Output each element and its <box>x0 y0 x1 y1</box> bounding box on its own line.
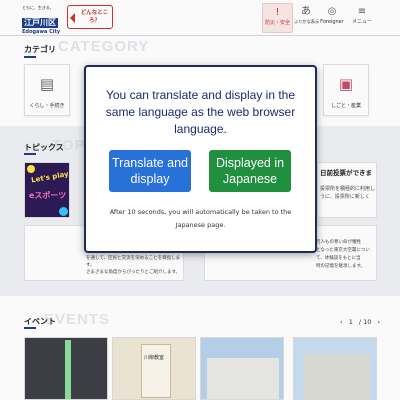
display-japanese-button[interactable]: Displayed in Japanese <box>209 150 291 192</box>
dialog-message: You can translate and display in the sam… <box>105 88 296 136</box>
translation-dialog: You can translate and display in the sam… <box>84 65 317 253</box>
translate-button[interactable]: Translate and display <box>109 150 191 192</box>
dialog-note: After 10 seconds, you will automatically… <box>109 208 292 229</box>
